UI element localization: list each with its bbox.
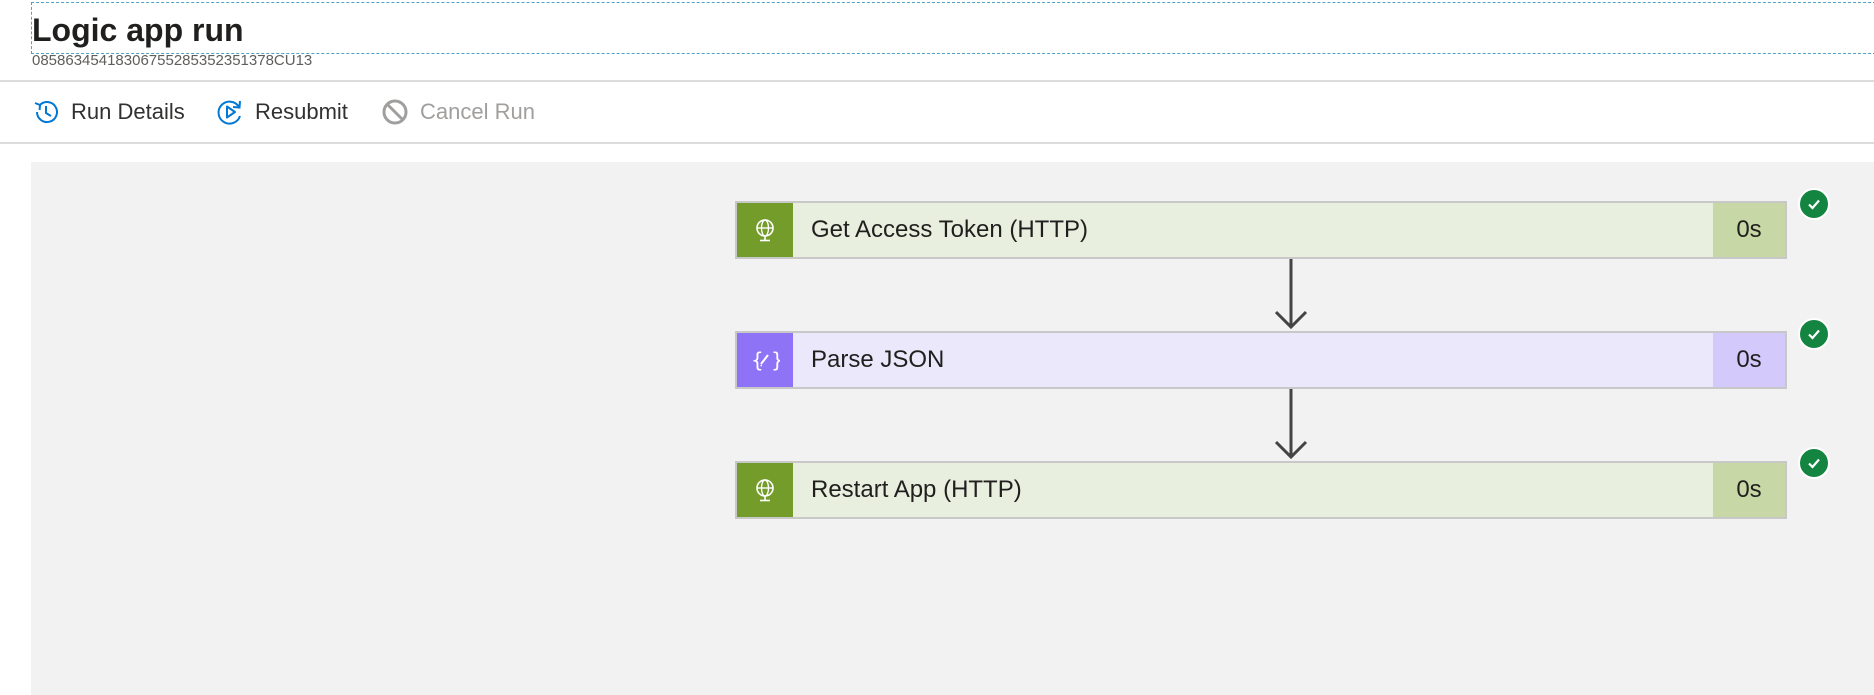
- action-duration: 0s: [1713, 333, 1785, 387]
- action-label: Get Access Token (HTTP): [811, 216, 1088, 243]
- cancel-run-label: Cancel Run: [420, 99, 535, 124]
- cancel-icon: [382, 99, 408, 125]
- resubmit-icon: [217, 100, 241, 125]
- action-label: Parse JSON: [811, 346, 945, 373]
- cancel-run-button[interactable]: Cancel Run: [380, 92, 535, 132]
- action-get-access-token[interactable]: Get Access Token (HTTP) 0s: [735, 201, 1787, 259]
- title-focus-outline: [31, 2, 1874, 54]
- success-check-icon: [1798, 188, 1830, 220]
- history-icon: [34, 101, 58, 124]
- action-duration: 0s: [1713, 463, 1785, 517]
- svg-text:{: {: [751, 348, 764, 372]
- toolbar-divider: [0, 142, 1874, 144]
- parse-json-icon: { }: [737, 333, 793, 387]
- action-label: Restart App (HTTP): [811, 476, 1022, 503]
- svg-text:}: }: [771, 348, 780, 372]
- action-parse-json[interactable]: { } Parse JSON 0s: [735, 331, 1787, 389]
- command-bar: Run Details Resubmit Cancel Run: [0, 82, 1874, 142]
- flow-arrow-icon: [1275, 259, 1308, 330]
- page-header: Logic app run 08586345418306755285352351…: [0, 0, 1874, 80]
- resubmit-label: Resubmit: [255, 99, 348, 124]
- run-details-button[interactable]: Run Details: [31, 92, 185, 132]
- http-globe-icon: [737, 203, 793, 257]
- resubmit-button[interactable]: Resubmit: [215, 92, 348, 132]
- action-restart-app[interactable]: Restart App (HTTP) 0s: [735, 461, 1787, 519]
- success-check-icon: [1798, 318, 1830, 350]
- run-id: 08586345418306755285352351378CU13: [32, 52, 313, 69]
- run-details-label: Run Details: [71, 99, 185, 124]
- http-globe-icon: [737, 463, 793, 517]
- flow-arrow-icon: [1275, 389, 1308, 460]
- page-title: Logic app run: [32, 12, 244, 48]
- action-duration: 0s: [1713, 203, 1785, 257]
- success-check-icon: [1798, 447, 1830, 479]
